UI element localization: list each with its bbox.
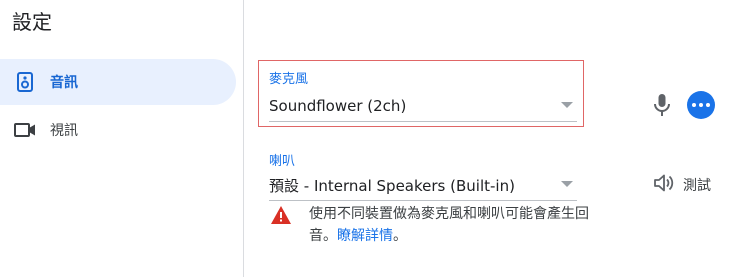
chevron-down-icon (561, 181, 573, 187)
speaker-select[interactable]: 預設 - Internal Speakers (Built-in) (269, 173, 577, 197)
page-title: 設定 (12, 10, 52, 34)
test-speaker-button[interactable]: 測試 (653, 173, 711, 197)
sidebar-item-label: 音訊 (50, 75, 78, 91)
more-horizontal-icon (692, 103, 696, 107)
chevron-down-icon (561, 102, 573, 108)
sidebar-item-video[interactable]: 視訊 (0, 107, 236, 153)
video-camera-icon (14, 119, 36, 141)
echo-warning-suffix: 。 (393, 228, 407, 244)
more-options-button[interactable] (687, 91, 715, 119)
volume-icon (653, 173, 675, 197)
speaker-label: 喇叭 (269, 154, 296, 169)
speaker-select-value: 預設 - Internal Speakers (Built-in) (269, 176, 515, 195)
microphone-select[interactable]: Soundflower (2ch) (269, 94, 577, 118)
settings-sidebar: 設定 音訊 視訊 (0, 0, 244, 277)
microphone-select-underline (269, 121, 577, 122)
speaker-select-underline (269, 200, 577, 201)
sidebar-item-label: 視訊 (50, 123, 78, 139)
speaker-icon (14, 71, 36, 93)
microphone-select-value: Soundflower (2ch) (269, 97, 407, 115)
learn-more-link[interactable]: 瞭解詳情 (337, 228, 393, 244)
test-speaker-label: 測試 (683, 178, 711, 194)
echo-warning-text: 使用不同裝置做為麥克風和喇叭可能會產生回音。瞭解詳情。 (309, 203, 599, 247)
microphone-label: 麥克風 (269, 72, 309, 87)
warning-triangle-icon (270, 205, 292, 225)
microphone-icon (653, 93, 671, 117)
sidebar-item-audio[interactable]: 音訊 (0, 59, 236, 105)
